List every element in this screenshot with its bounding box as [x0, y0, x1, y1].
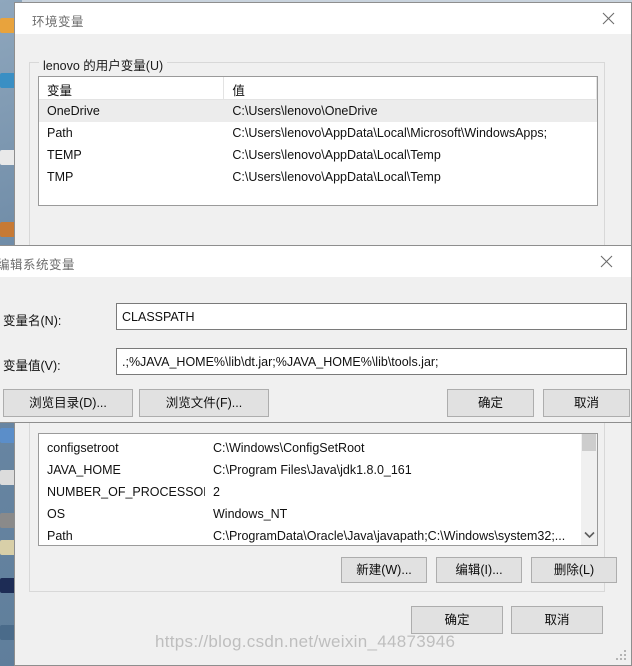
variable-name-cell: Path: [47, 529, 73, 543]
table-row[interactable]: TEMP C:\Users\lenovo\AppData\Local\Temp: [39, 144, 597, 166]
system-variables-scrollbar[interactable]: [580, 434, 597, 545]
column-header-variable[interactable]: 变量: [39, 77, 225, 100]
variable-value-cell: C:\ProgramData\Oracle\Java\javapath;C:\W…: [213, 529, 566, 543]
editvar-titlebar: 编辑系统变量: [0, 246, 631, 277]
editvar-cancel-button[interactable]: 取消: [543, 389, 630, 417]
variable-name-cell: TMP: [47, 170, 74, 184]
variable-name-cell: OS: [47, 507, 66, 521]
editvar-title: 编辑系统变量: [0, 258, 76, 272]
table-row[interactable]: Path C:\Users\lenovo\AppData\Local\Micros…: [39, 122, 597, 144]
table-row[interactable]: configsetroot C:\Windows\ConfigSetRoot: [39, 437, 597, 459]
variable-name-input[interactable]: [116, 303, 627, 330]
variable-name-cell: TEMP: [47, 148, 82, 162]
variable-value-cell: Windows_NT: [213, 507, 288, 521]
envvars-title: 环境变量: [32, 15, 85, 29]
table-row[interactable]: JAVA_HOME C:\Program Files\Java\jdk1.8.0_…: [39, 459, 597, 481]
variable-value-cell: C:\Users\lenovo\AppData\Local\Temp: [232, 170, 441, 184]
resize-grip[interactable]: [616, 650, 628, 662]
table-row[interactable]: OneDrive C:\Users\lenovo\OneDrive: [39, 100, 597, 122]
variable-value-label: 变量值(V):: [3, 359, 61, 373]
variable-value-cell: C:\Windows\ConfigSetRoot: [213, 441, 365, 455]
column-header-value[interactable]: 值: [224, 77, 597, 100]
user-variables-rows: OneDrive C:\Users\lenovo\OneDrive Path C:\U…: [39, 100, 597, 188]
close-icon[interactable]: [586, 3, 631, 33]
system-variables-list[interactable]: configsetroot C:\Windows\ConfigSetRoot JAV…: [38, 433, 598, 546]
user-variables-group-label: lenovo 的用户变量(U): [39, 55, 168, 74]
user-variables-list-header: 变量 值: [39, 77, 597, 100]
browse-directory-button[interactable]: 浏览目录(D)...: [3, 389, 133, 417]
chevron-down-icon[interactable]: [581, 527, 597, 543]
variable-name-cell: configsetroot: [47, 441, 119, 455]
edit-system-variable-button[interactable]: 编辑(I)...: [436, 557, 522, 583]
user-variables-list[interactable]: 变量 值 OneDrive C:\Users\lenovo\OneDrive Pat…: [38, 76, 598, 206]
editvar-body: 变量名(N): 变量值(V): 浏览目录(D)... 浏览文件(F)... 确定…: [0, 277, 631, 422]
variable-value-cell: C:\Users\lenovo\AppData\Local\Microsoft\…: [232, 126, 548, 140]
envvars-titlebar: 环境变量: [15, 3, 631, 34]
variable-value-input[interactable]: [116, 348, 627, 375]
variable-name-cell: JAVA_HOME: [47, 463, 121, 477]
variable-value-cell: C:\Users\lenovo\OneDrive: [232, 104, 378, 118]
cancel-button[interactable]: 取消: [511, 606, 603, 634]
table-row[interactable]: OS Windows_NT: [39, 503, 597, 525]
close-icon[interactable]: [584, 246, 629, 276]
table-row[interactable]: Path C:\ProgramData\Oracle\Java\javapath;…: [39, 525, 597, 545]
table-row[interactable]: NUMBER_OF_PROCESSORS 2: [39, 481, 597, 503]
variable-value-cell: 2: [213, 485, 220, 499]
ok-button[interactable]: 确定: [411, 606, 503, 634]
system-variables-rows: configsetroot C:\Windows\ConfigSetRoot JAV…: [39, 434, 597, 545]
variable-name-label: 变量名(N):: [3, 314, 62, 328]
variable-value-cell: C:\Program Files\Java\jdk1.8.0_161: [213, 463, 412, 477]
browse-file-button[interactable]: 浏览文件(F)...: [139, 389, 269, 417]
delete-system-variable-button[interactable]: 删除(L): [531, 557, 617, 583]
new-system-variable-button[interactable]: 新建(W)...: [341, 557, 427, 583]
table-row[interactable]: TMP C:\Users\lenovo\AppData\Local\Temp: [39, 166, 597, 188]
variable-name-cell: OneDrive: [47, 104, 100, 118]
scrollbar-thumb[interactable]: [582, 434, 596, 451]
variable-name-cell: NUMBER_OF_PROCESSORS: [47, 485, 205, 499]
edit-system-variable-dialog: 编辑系统变量 变量名(N): 变量值(V): 浏览目录(D)... 浏览文件(F…: [0, 245, 632, 423]
user-variables-groupbox: lenovo 的用户变量(U) 变量 值 OneDrive C:\Users\le…: [29, 55, 605, 262]
variable-value-cell: C:\Users\lenovo\AppData\Local\Temp: [232, 148, 441, 162]
editvar-ok-button[interactable]: 确定: [447, 389, 534, 417]
variable-name-cell: Path: [47, 126, 73, 140]
